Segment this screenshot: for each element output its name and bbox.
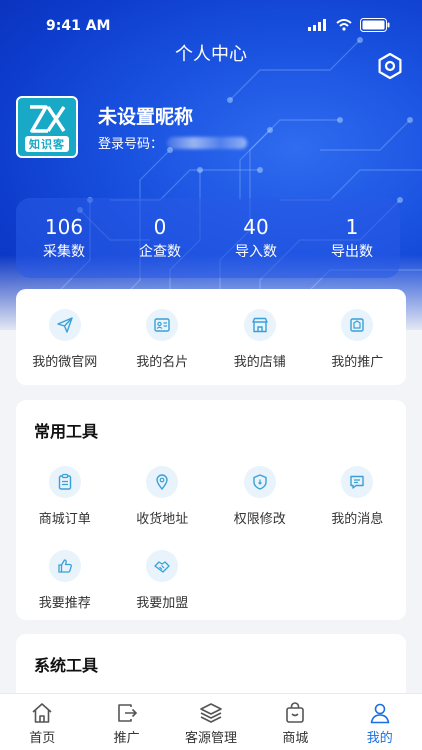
profile-info: 未设置昵称 登录号码： bbox=[98, 102, 248, 152]
person-icon bbox=[370, 703, 390, 724]
clipboard-icon bbox=[58, 473, 71, 490]
status-time: 9:41 AM bbox=[46, 18, 111, 34]
stat-label: 采集数 bbox=[43, 244, 85, 260]
stat-value: 1 bbox=[345, 215, 359, 239]
grid-label: 我要推荐 bbox=[38, 596, 91, 611]
grid-label: 我的推广 bbox=[331, 355, 384, 370]
handshake-icon bbox=[154, 561, 170, 573]
grid-label: 我的名片 bbox=[136, 355, 189, 370]
page-title: 个人中心 bbox=[175, 44, 247, 65]
grid-label: 商城订单 bbox=[38, 512, 91, 527]
stat-imported[interactable]: 40 导入数 bbox=[208, 215, 304, 261]
zx-logo-icon bbox=[30, 104, 66, 133]
tab-mine[interactable]: 我的 bbox=[338, 694, 422, 750]
tools-row-1: 商城订单 收货地址 权限修改 我的消息 bbox=[16, 466, 406, 527]
quick-link-micro-site[interactable]: 我的微官网 bbox=[16, 289, 114, 385]
tool-recommend[interactable]: 我要推荐 bbox=[16, 550, 114, 611]
tab-customer-management[interactable]: 客源管理 bbox=[169, 694, 253, 750]
tab-label: 首页 bbox=[29, 731, 56, 746]
tab-promotion[interactable]: 推广 bbox=[84, 694, 168, 750]
login-label: 登录号码： bbox=[98, 137, 164, 152]
avatar-logo: 知识客 bbox=[16, 96, 78, 158]
profile-section[interactable]: 知识客 未设置昵称 登录号码： bbox=[16, 96, 248, 158]
grid-label: 我的店铺 bbox=[233, 355, 286, 370]
paper-plane-icon bbox=[57, 317, 73, 333]
tab-label: 推广 bbox=[113, 731, 140, 746]
thumbs-up-icon bbox=[58, 559, 72, 573]
tab-home[interactable]: 首页 bbox=[0, 694, 84, 750]
tab-label: 我的 bbox=[366, 731, 393, 746]
location-pin-icon bbox=[156, 474, 168, 491]
common-tools-title: 常用工具 bbox=[34, 422, 99, 441]
tool-my-messages[interactable]: 我的消息 bbox=[309, 466, 407, 527]
tab-label: 商城 bbox=[282, 731, 309, 746]
bottom-tab-bar: 首页 推广 客源管理 商城 我的 bbox=[0, 693, 422, 750]
stat-label: 导出数 bbox=[331, 244, 373, 260]
nickname: 未设置昵称 bbox=[98, 106, 194, 128]
settings-gear-icon[interactable] bbox=[376, 52, 404, 80]
tab-mall[interactable]: 商城 bbox=[253, 694, 337, 750]
blurred-phone-number bbox=[167, 136, 248, 149]
quick-link-business-card[interactable]: 我的名片 bbox=[114, 289, 212, 385]
logo-text: 知识客 bbox=[25, 135, 69, 152]
stat-value: 106 bbox=[44, 215, 84, 239]
stat-collected[interactable]: 106 采集数 bbox=[16, 215, 112, 261]
signal-icon bbox=[308, 19, 326, 31]
tool-mall-orders[interactable]: 商城订单 bbox=[16, 466, 114, 527]
quick-links-card: 我的微官网 我的名片 我的店铺 我的推广 bbox=[16, 289, 406, 385]
stat-label: 企查数 bbox=[139, 244, 181, 260]
grid-label: 权限修改 bbox=[233, 512, 286, 527]
system-tools-title: 系统工具 bbox=[34, 656, 99, 675]
share-icon bbox=[117, 704, 137, 722]
common-tools-card: 常用工具 商城订单 收货地址 权限修改 我的消息 我要推荐 我要加盟 bbox=[16, 400, 406, 620]
quick-link-my-store[interactable]: 我的店铺 bbox=[211, 289, 309, 385]
store-icon bbox=[252, 317, 268, 333]
shopping-bag-icon bbox=[286, 702, 305, 723]
message-icon bbox=[350, 475, 364, 489]
stats-panel: 106 采集数 0 企查数 40 导入数 1 导出数 bbox=[16, 198, 400, 278]
home-icon bbox=[32, 703, 52, 723]
shield-icon bbox=[253, 474, 267, 490]
battery-icon bbox=[360, 18, 390, 32]
grid-label: 我要加盟 bbox=[136, 596, 189, 611]
id-card-icon bbox=[154, 318, 170, 332]
tab-label: 客源管理 bbox=[184, 731, 237, 746]
promotion-icon bbox=[350, 318, 364, 332]
stat-exported[interactable]: 1 导出数 bbox=[304, 215, 400, 261]
tool-shipping-address[interactable]: 收货地址 bbox=[114, 466, 212, 527]
stat-label: 导入数 bbox=[235, 244, 277, 260]
tools-row-2: 我要推荐 我要加盟 bbox=[16, 550, 406, 611]
tool-join-franchise[interactable]: 我要加盟 bbox=[114, 550, 212, 611]
stat-value: 40 bbox=[243, 215, 269, 239]
layers-icon bbox=[200, 703, 222, 723]
stat-value: 0 bbox=[153, 215, 167, 239]
grid-label: 我的微官网 bbox=[32, 355, 98, 370]
tool-permission-edit[interactable]: 权限修改 bbox=[211, 466, 309, 527]
login-number-line: 登录号码： bbox=[98, 133, 248, 152]
grid-label: 收货地址 bbox=[136, 512, 189, 527]
grid-label: 我的消息 bbox=[331, 512, 384, 527]
status-bar: 9:41 AM bbox=[0, 0, 422, 40]
wifi-icon bbox=[336, 19, 352, 31]
quick-link-my-promotion[interactable]: 我的推广 bbox=[309, 289, 407, 385]
status-icons bbox=[308, 18, 390, 32]
stat-enterprise-query[interactable]: 0 企查数 bbox=[112, 215, 208, 261]
